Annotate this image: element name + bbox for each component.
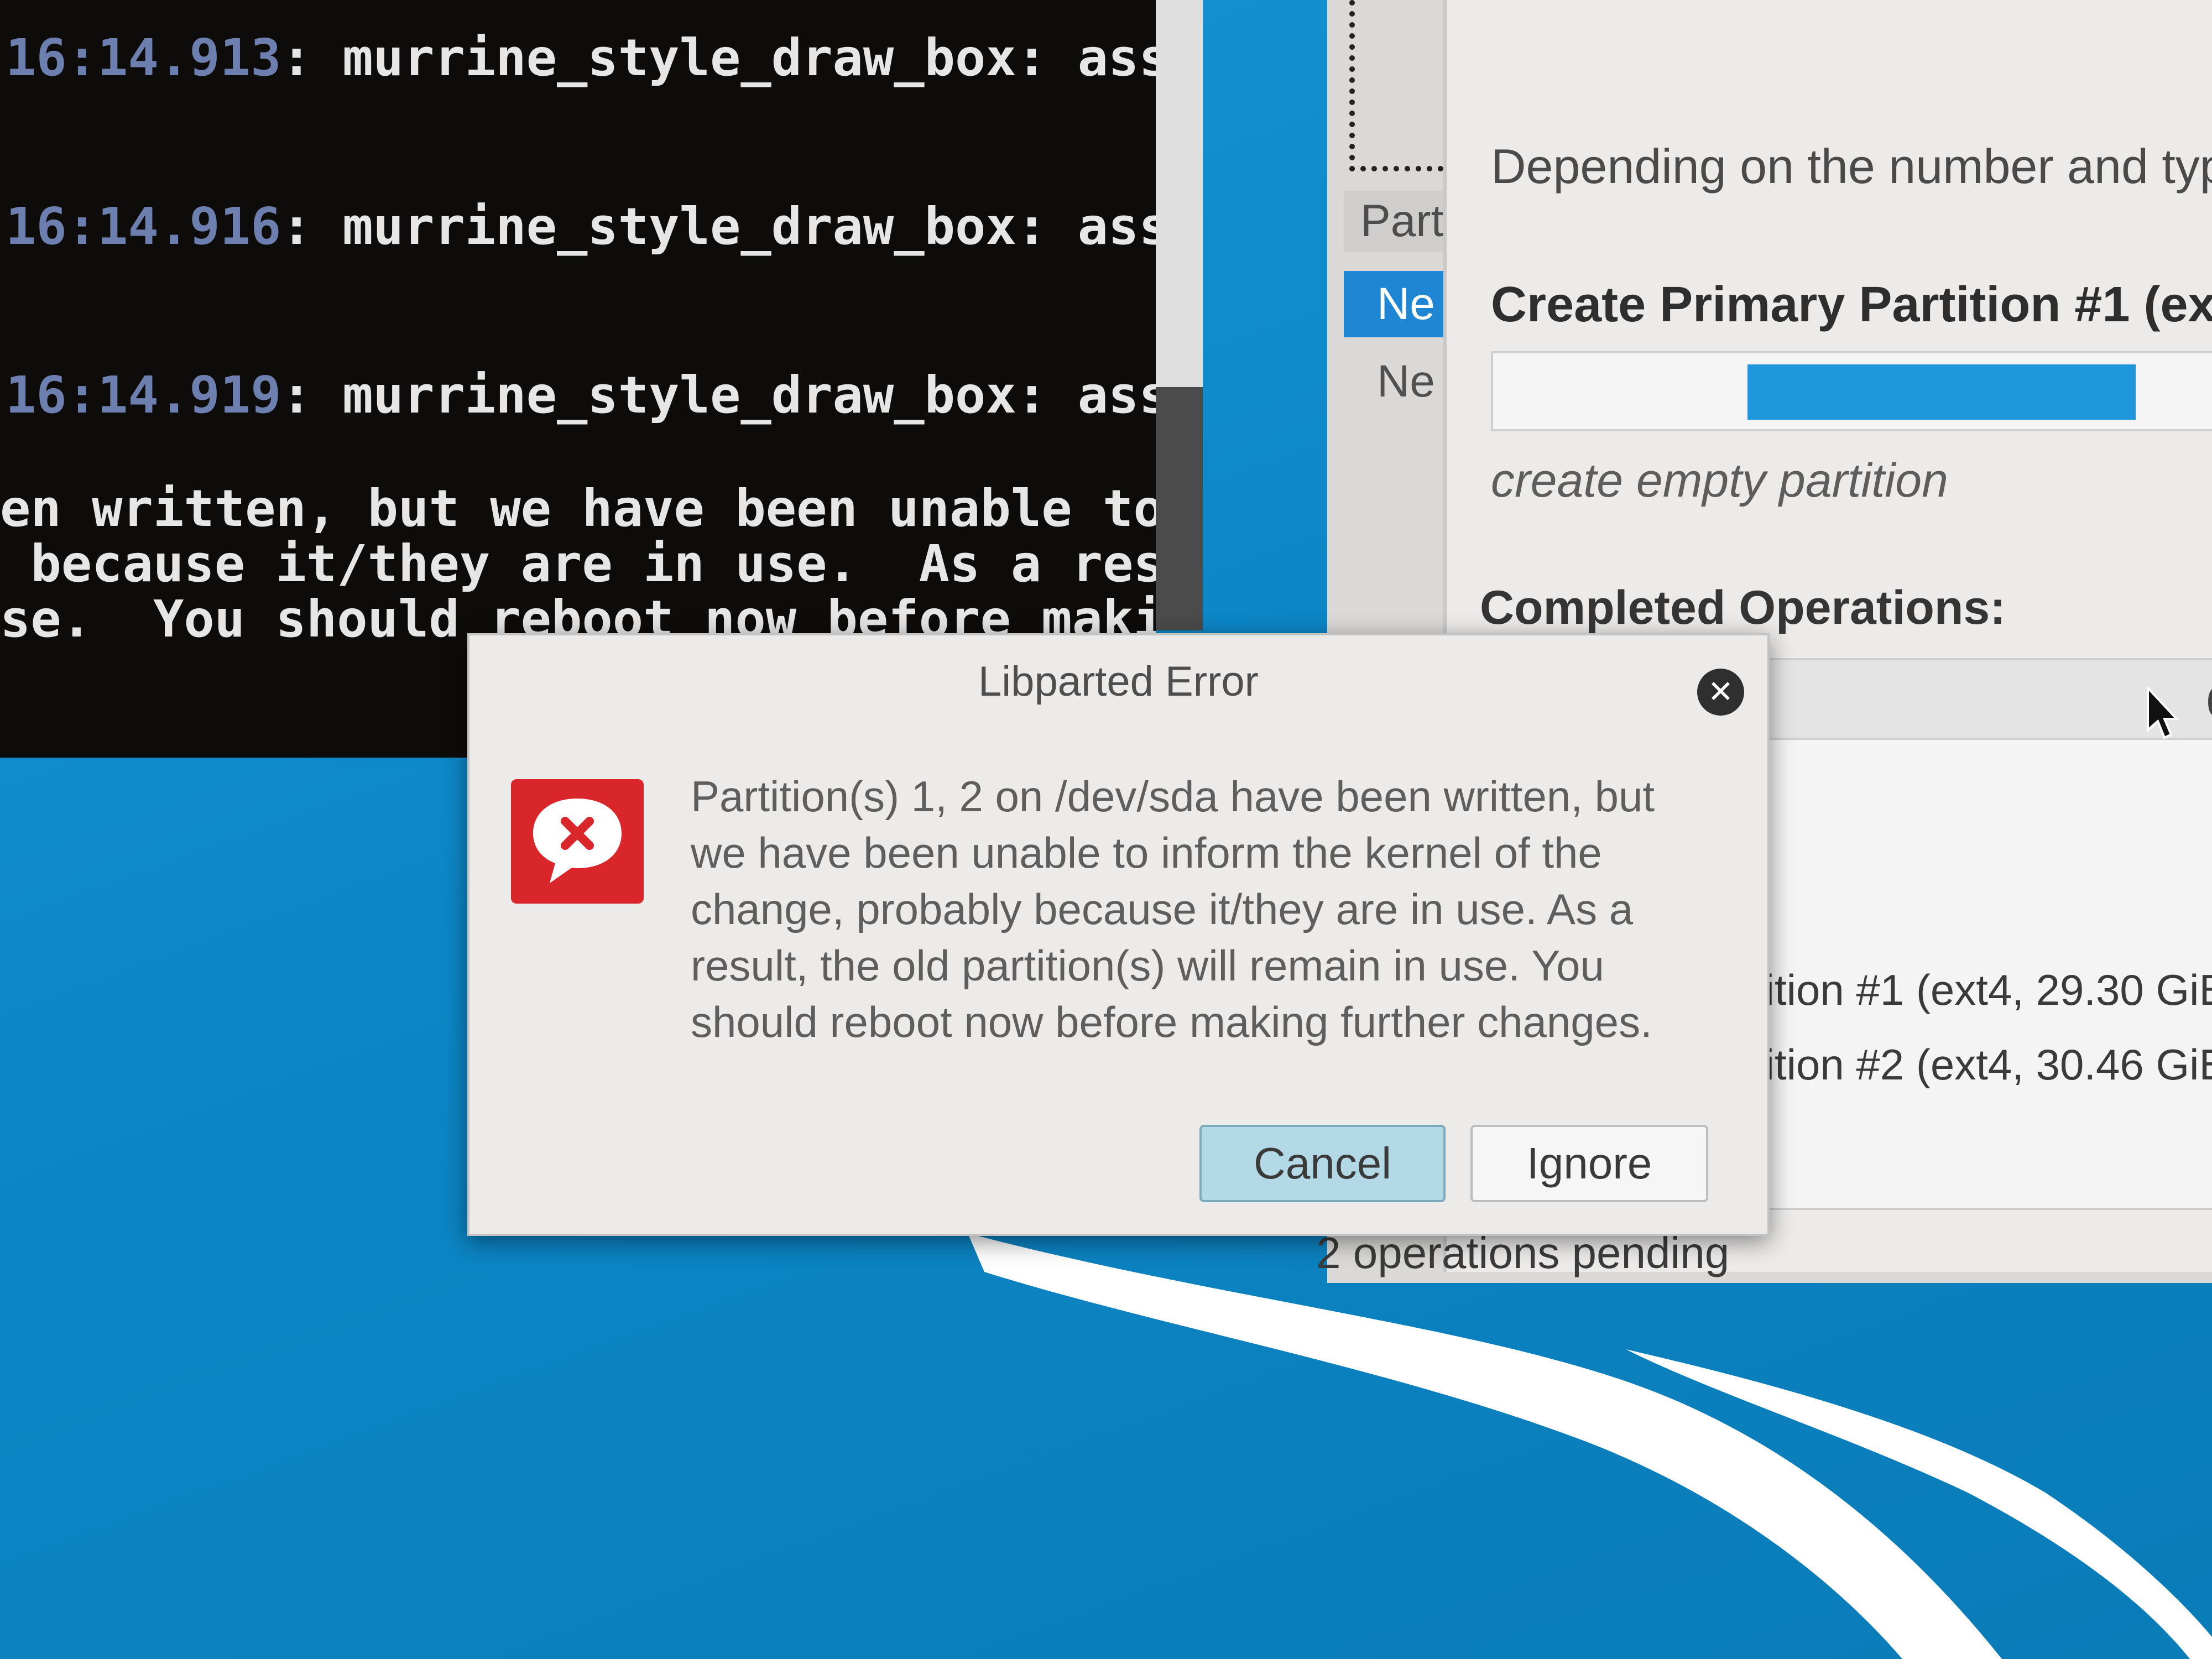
mouse-pointer-icon: [2147, 686, 2179, 739]
error-speech-bubble-icon: [511, 779, 644, 904]
terminal-message-line: en written, but we have been unable to i…: [0, 479, 1156, 538]
ignore-button[interactable]: Ignore: [1470, 1125, 1708, 1202]
completed-operation-item[interactable]: tition #2 (ext4, 30.46 GiB: [1753, 1040, 2212, 1090]
terminal-message-line: because it/they are in use. As a result,: [30, 534, 1156, 593]
log-text: : murrine_style_draw_box: asserti: [281, 366, 1156, 425]
log-timestamp: 16:14.913: [6, 28, 281, 87]
current-operation-label: Create Primary Partition #1 (ext4, 29.: [1491, 277, 2212, 332]
cancel-button[interactable]: Cancel: [1199, 1125, 1446, 1202]
operations-header-number: 0: [2206, 677, 2212, 727]
completed-operations-label: Completed Operations:: [1480, 581, 2006, 634]
scrollbar-thumb[interactable]: [1156, 0, 1203, 387]
error-message: Partition(s) 1, 2 on /dev/sda have been …: [691, 772, 1655, 1046]
terminal-log-line: 16:14.913: murrine_style_draw_box: asser…: [6, 30, 1156, 86]
progress-bar-fill: [1747, 364, 2136, 420]
close-icon[interactable]: ✕: [1697, 669, 1744, 716]
log-timestamp: 16:14.919: [6, 366, 281, 425]
terminal-log-line: 16:14.916: murrine_style_draw_box: asser…: [6, 199, 1156, 254]
log-timestamp: 16:14.916: [6, 197, 281, 256]
libparted-error-dialog: Libparted Error ✕ Partition(s) 1, 2 on /…: [467, 633, 1770, 1236]
log-text: : murrine_style_draw_box: asserti: [281, 28, 1156, 87]
operation-progress-bar: [1491, 351, 2212, 431]
dialog-title: Libparted Error: [978, 658, 1259, 705]
completed-operation-item[interactable]: tition #1 (ext4, 29.30 GiB: [1753, 965, 2212, 1015]
operation-sub-status: create empty partition: [1491, 454, 1948, 507]
apply-description: Depending on the number and type of: [1491, 139, 2212, 194]
terminal-scrollbar[interactable]: [1156, 0, 1203, 630]
terminal-log-line: 16:14.919: murrine_style_draw_box: asser…: [6, 368, 1156, 423]
log-text: : murrine_style_draw_box: asserti: [281, 197, 1156, 256]
